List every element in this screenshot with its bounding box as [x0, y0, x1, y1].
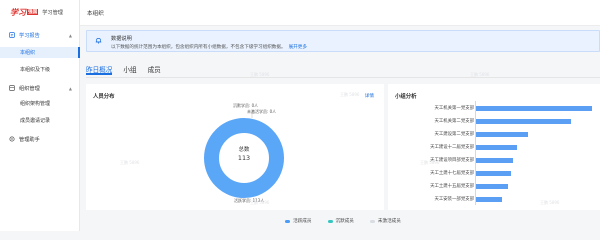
group-bar [476, 145, 517, 150]
group-bar-label: 天工建设十二届党支部 [430, 145, 474, 150]
page-title: 本组织 [87, 11, 104, 17]
group-bar-row[interactable]: 天工建设项目部党支部 [388, 157, 600, 164]
org-icon [9, 85, 15, 91]
legend-label-active: 活跃成员 [293, 219, 312, 224]
group-bar-row[interactable]: 天工建设第二党支部 [388, 131, 600, 138]
group-bar-label: 天工土建十七届党支部 [430, 171, 474, 176]
group-bar [476, 158, 513, 163]
legend-label-unactivated: 未激活成员 [377, 219, 401, 224]
legend-swatch-active [285, 219, 291, 223]
group-bar-label: 天工建设第二党支部 [434, 132, 474, 137]
group-bar-row[interactable]: 天工土建十五届党支部 [388, 183, 600, 190]
nav-group-assistant[interactable]: 管理助手 [0, 133, 80, 145]
group-analysis-panel: 小组分析 天工机关第一党支部 天工机关第二党支部 天工建设第二党支部 天工建设十二届党… [388, 84, 600, 210]
notice-body: 以下数据的统计范围为本组织，包含组织内所有小组数据，不包含下级学习组织数据。 展开… [111, 44, 307, 50]
sidebar: 学习 强国 学习管理 学习报告 ▲ 本组织 本组织及下级 组织管理 ▲ 组织架构… [0, 0, 80, 231]
nav-group-label: 组织管理 [19, 85, 40, 92]
bell-icon [95, 38, 102, 44]
group-analysis-title: 小组分析 [395, 94, 417, 100]
group-bar [476, 119, 571, 124]
group-bar-row[interactable]: 天工机关第一党支部 [388, 105, 600, 112]
logo-mark: 学习 [10, 7, 26, 17]
group-bar [476, 197, 502, 202]
report-icon [9, 32, 15, 38]
donut-center-title: 总数 [238, 147, 250, 153]
top-bar: 本组织 [80, 0, 600, 26]
nav-group-label: 管理助手 [19, 136, 40, 143]
nav-group-report[interactable]: 学习报告 ▲ [0, 29, 80, 41]
group-bar [476, 132, 528, 137]
sidebar-item-org-structure[interactable]: 组织架构管理 [0, 98, 80, 109]
group-bar-row[interactable]: 天工机关第二党支部 [388, 118, 600, 125]
group-bar [476, 171, 511, 176]
sidebar-item-org-and-sub[interactable]: 本组织及下级 [0, 64, 80, 75]
tab-divider [86, 77, 600, 78]
label-active: 活跃学员: 113人 [234, 198, 265, 203]
group-bar-row[interactable]: 天工建设十二届党支部 [388, 144, 600, 151]
group-bar-row[interactable]: 天工安装一部党支部 [388, 196, 600, 203]
sidebar-item-my-org[interactable]: 本组织 [0, 47, 80, 58]
legend-item-unactivated[interactable]: 未激活成员 [369, 218, 401, 224]
group-bar-label: 天工机关第二党支部 [434, 119, 474, 124]
group-bar-label: 天工机关第一党支部 [434, 106, 474, 111]
group-bar-label: 天工建设项目部党支部 [430, 158, 474, 163]
data-notice: 数据说明 以下数据的统计范围为本组织，包含组织内所有小组数据，不包含下级学习组织… [86, 30, 600, 52]
assistant-icon [9, 136, 15, 142]
sidebar-item-invite-records[interactable]: 成员邀请记录 [0, 115, 80, 126]
nav-group-label: 学习报告 [19, 32, 40, 39]
nav-group-org[interactable]: 组织管理 ▲ [0, 82, 80, 94]
expand-more-link[interactable]: 展开更多 [289, 45, 307, 50]
notice-title: 数据说明 [111, 36, 132, 42]
chart-legend: 活跃成员 沉默成员 未激活成员 [86, 214, 600, 228]
legend-item-active[interactable]: 活跃成员 [285, 218, 312, 224]
group-bar-row[interactable]: 天工土建十七届党支部 [388, 170, 600, 177]
group-bar-label: 天工安装一部党支部 [434, 197, 474, 202]
logo-box: 强国 [27, 9, 39, 15]
legend-swatch-unactivated [369, 219, 375, 223]
group-bar [476, 184, 508, 189]
app-logo[interactable]: 学习 强国 学习管理 [10, 6, 80, 18]
group-bar-label: 天工土建十五届党支部 [430, 184, 474, 189]
tab-groups[interactable]: 小组 [123, 64, 136, 75]
tab-bar: 昨日概况 小组 成员 [86, 64, 172, 75]
distribution-panel: 人员分布 详情 沉默学员: 0人 未激活学员: 0人 总数 113 活跃学员: … [86, 84, 384, 210]
legend-item-inactive[interactable]: 沉默成员 [327, 218, 354, 224]
legend-swatch-inactive [327, 219, 333, 223]
chevron-up-icon: ▲ [68, 32, 72, 38]
notice-body-text: 以下数据的统计范围为本组织，包含组织内所有小组数据，不包含下级学习组织数据。 [111, 45, 286, 50]
tab-yesterday[interactable]: 昨日概况 [86, 64, 113, 75]
chevron-up-icon: ▲ [68, 85, 72, 91]
app-title: 学习管理 [42, 9, 63, 16]
legend-label-inactive: 沉默成员 [335, 219, 354, 224]
donut-center-value: 113 [237, 154, 251, 162]
group-bar [476, 106, 592, 111]
tab-members[interactable]: 成员 [148, 64, 161, 75]
label-unactivated: 未激活学员: 0人 [247, 109, 277, 114]
